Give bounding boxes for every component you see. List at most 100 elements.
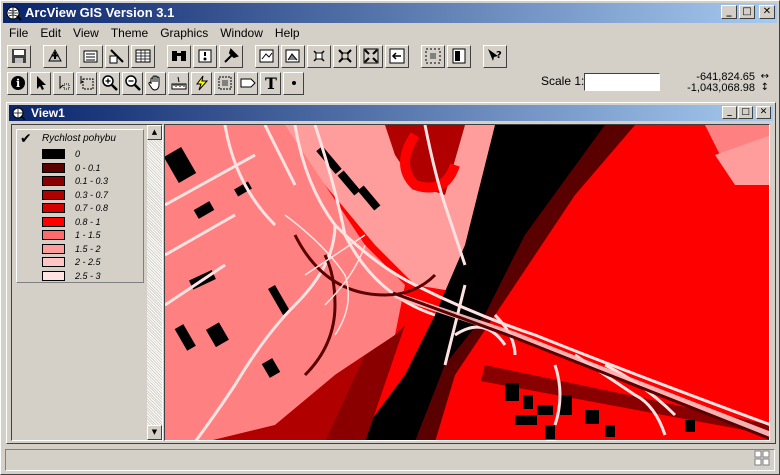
- hotlink-tool[interactable]: [191, 71, 212, 95]
- zoom-to-themes-button[interactable]: [281, 44, 305, 68]
- zoom-out-tool[interactable]: [122, 71, 143, 95]
- query-builder-button[interactable]: [219, 44, 243, 68]
- label-tool[interactable]: [237, 71, 258, 95]
- legend-class-row: 0.7 - 0.8: [42, 202, 108, 214]
- select-features-button[interactable]: [421, 44, 445, 68]
- open-table-button[interactable]: [131, 44, 155, 68]
- minimize-button[interactable]: _: [721, 5, 737, 19]
- draw-point-tool[interactable]: [283, 71, 304, 95]
- window-grip-icon[interactable]: [754, 450, 770, 466]
- app-title: ArcView GIS Version 3.1: [25, 5, 175, 20]
- view-minimize-button[interactable]: _: [722, 106, 737, 119]
- legend-class-row: 0: [42, 148, 80, 160]
- svg-text:T: T: [265, 74, 277, 92]
- scale-input[interactable]: [584, 73, 660, 91]
- find-button[interactable]: [167, 44, 191, 68]
- measure-tool[interactable]: [168, 71, 189, 95]
- locate-address-button[interactable]: [193, 44, 217, 68]
- menu-window[interactable]: Window: [214, 24, 269, 43]
- view-maximize-button[interactable]: □: [738, 106, 753, 119]
- legend-label: 1 - 1.5: [75, 230, 101, 240]
- scroll-track[interactable]: [147, 140, 162, 425]
- menu-theme[interactable]: Theme: [105, 24, 154, 43]
- legend-swatch: [42, 189, 65, 200]
- legend-class-row: 0.1 - 0.3: [42, 175, 108, 187]
- edit-legend-button[interactable]: [105, 44, 129, 68]
- legend-swatch: [42, 203, 65, 213]
- zoom-out-fixed-button[interactable]: [359, 44, 383, 68]
- menu-view[interactable]: View: [67, 24, 105, 43]
- edit-legend-icon: [109, 49, 124, 64]
- select-features-icon: [425, 48, 441, 64]
- menu-graphics[interactable]: Graphics: [154, 24, 214, 43]
- scroll-up-button[interactable]: ▲: [147, 125, 162, 140]
- vertical-arrow-icon: ↕: [760, 82, 769, 93]
- legend-swatch: [42, 270, 65, 281]
- area-of-interest-tool[interactable]: [214, 71, 235, 95]
- text-icon: T: [265, 74, 277, 92]
- theme-legend-entry[interactable]: ✔ Rychlost pohybu 0 0 - 0.1 0.1 - 0.3 0.3 -…: [16, 129, 144, 283]
- zoom-to-full-extent-button[interactable]: [255, 44, 279, 68]
- add-theme-icon: [48, 48, 62, 62]
- menu-file[interactable]: File: [3, 24, 34, 43]
- draw-point-icon: [291, 81, 296, 85]
- view-close-button[interactable]: ✕: [756, 106, 771, 119]
- arcview-globe-icon: [6, 6, 22, 21]
- pan-tool[interactable]: [145, 71, 166, 95]
- query-builder-icon: [224, 48, 239, 63]
- toc-scrollbar[interactable]: ▲ ▼: [147, 125, 162, 440]
- legend-class-row: 1 - 1.5: [42, 229, 101, 241]
- zoom-previous-button[interactable]: [385, 44, 409, 68]
- scale-label: Scale 1:: [541, 74, 585, 88]
- close-button[interactable]: ✕: [759, 5, 775, 19]
- pan-icon: [147, 75, 159, 91]
- view-globe-icon: [12, 107, 26, 120]
- area-of-interest-icon: [218, 76, 231, 90]
- legend-label: 1.5 - 2: [75, 243, 101, 254]
- legend-class-row: 0.8 - 1: [42, 216, 101, 228]
- button-bar: ?: [7, 43, 509, 69]
- legend-swatch: [42, 257, 65, 267]
- menu-help[interactable]: Help: [269, 24, 306, 43]
- help-button[interactable]: ?: [483, 44, 507, 68]
- vertex-edit-tool[interactable]: [53, 71, 74, 95]
- pointer-tool[interactable]: [30, 71, 51, 95]
- menu-edit[interactable]: Edit: [34, 24, 67, 43]
- status-bar: [5, 449, 775, 471]
- svg-text:i: i: [16, 77, 20, 90]
- legend-class-row: 0 - 0.1: [42, 162, 101, 174]
- add-theme-button[interactable]: [43, 44, 67, 68]
- legend-class-row: 2.5 - 3: [42, 270, 101, 282]
- hotlink-icon: [195, 75, 208, 91]
- zoom-to-selected-button[interactable]: [307, 44, 331, 68]
- theme-visibility-checkbox[interactable]: ✔: [20, 132, 36, 146]
- title-bar[interactable]: ArcView GIS Version 3.1 _ □ ✕: [3, 3, 777, 23]
- legend-label: 0.8 - 1: [75, 216, 101, 227]
- select-feature-icon: [80, 76, 93, 90]
- save-project-button[interactable]: [7, 44, 31, 68]
- legend-class-row: 2 - 2.5: [42, 256, 101, 268]
- layout-button[interactable]: [447, 44, 471, 68]
- zoom-in-tool[interactable]: [99, 71, 120, 95]
- app-window: ArcView GIS Version 3.1 _ □ ✕ File Edit …: [0, 0, 780, 475]
- map-canvas[interactable]: [165, 125, 770, 441]
- theme-properties-button[interactable]: [79, 44, 103, 68]
- scroll-down-button[interactable]: ▼: [147, 425, 162, 440]
- zoom-out-fixed-icon: [363, 48, 379, 64]
- zoom-to-selected-icon: [313, 50, 325, 62]
- legend-label: 0.7 - 0.8: [75, 203, 109, 213]
- view-title-bar[interactable]: View1 _ □ ✕: [9, 105, 773, 121]
- zoom-in-fixed-button[interactable]: [333, 44, 357, 68]
- save-project-icon: [12, 49, 26, 63]
- help-icon: ?: [488, 49, 502, 61]
- maximize-button[interactable]: □: [739, 5, 755, 19]
- select-feature-tool[interactable]: [76, 71, 97, 95]
- map-display[interactable]: [164, 124, 770, 441]
- zoom-to-full-extent-icon: [259, 49, 274, 63]
- zoom-previous-icon: [389, 48, 405, 64]
- coordinate-y: -1,043,068.98: [687, 82, 755, 94]
- zoom-out-icon: [124, 75, 141, 91]
- text-tool[interactable]: T: [260, 71, 281, 95]
- identify-icon: i: [10, 76, 25, 90]
- identify-tool[interactable]: i: [7, 71, 28, 95]
